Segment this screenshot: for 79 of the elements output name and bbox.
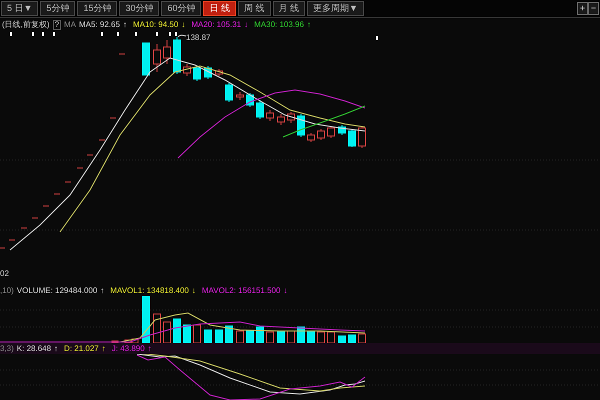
candlestick (163, 40, 171, 64)
candlestick (338, 124, 346, 136)
indicator-value: MAVOL1: 134818.400 (110, 286, 189, 294)
period-tab[interactable]: 周 线 (238, 1, 271, 16)
candlestick (307, 132, 315, 142)
indicator-value: MAVOL2: 156151.500 (202, 286, 280, 294)
period-tab[interactable]: 月 线 (272, 1, 306, 16)
period-tab[interactable]: 更多周期▼ (307, 1, 364, 16)
trend-arrow: ↑ (102, 344, 106, 352)
trend-arrow: ↑ (122, 20, 127, 28)
indicator-value: J: 43.890 (112, 344, 145, 352)
help-button[interactable]: ? (52, 20, 62, 30)
trend-arrow: ↑ (100, 286, 104, 294)
candlestick (142, 42, 150, 76)
indicator-name: MA (64, 20, 76, 28)
volume-bar (193, 324, 201, 343)
volume-bar (163, 322, 171, 343)
zoom-out-button[interactable]: − (588, 2, 599, 15)
volume-bar (327, 332, 335, 343)
candlestick (225, 82, 233, 102)
volume-bar (204, 330, 212, 343)
volume-bar (307, 332, 315, 343)
trend-arrow: ↓ (283, 286, 288, 294)
period-tab[interactable]: 日 线 (203, 1, 236, 16)
volume-bar (173, 318, 181, 343)
indicator-value: VOLUME: 129484.000 (16, 286, 98, 294)
candlestick (317, 128, 325, 140)
volume-bar (358, 334, 366, 343)
period-tab[interactable]: 60分钟 (161, 1, 202, 16)
volume-bar (142, 296, 150, 343)
indicator-params: ,10) (0, 286, 14, 294)
zoom-in-button[interactable]: + (577, 2, 588, 15)
candlestick (327, 126, 335, 138)
trend-arrow: ↓ (192, 286, 196, 294)
period-tab[interactable]: 15分钟 (77, 1, 118, 16)
volume-bar (317, 332, 325, 343)
candlestick (256, 100, 264, 120)
volume-bar (246, 330, 254, 343)
indicator-value: MA5: 92.65 (79, 20, 120, 28)
period-tab[interactable]: 5分钟 (40, 1, 76, 16)
candlestick (193, 66, 201, 82)
volume-bar (256, 326, 264, 343)
volume-bar (277, 330, 285, 343)
candlestick (348, 128, 356, 148)
candlestick (215, 68, 223, 76)
indicator-value: MA20: 105.31 (191, 20, 242, 28)
volume-bar (348, 334, 356, 343)
axis-label: 02 (0, 269, 9, 278)
volume-bar (236, 330, 244, 343)
candlestick (236, 92, 244, 100)
price-callout: 138.87 (178, 33, 210, 42)
volume-bar (287, 330, 295, 343)
indicator-value: MA10: 94.50 (132, 20, 178, 28)
volume-bar (215, 330, 223, 343)
candlestick (153, 44, 161, 72)
indicator-value: K: 28.648 (16, 344, 52, 352)
volume-bar (266, 332, 274, 343)
volume-bar (183, 324, 191, 343)
candlestick (183, 64, 191, 76)
candlestick (358, 126, 366, 148)
trend-arrow: ↑ (148, 344, 152, 352)
candlestick (287, 112, 295, 124)
volume-bar (225, 326, 233, 343)
period-tab[interactable]: 5 日▼ (1, 1, 38, 16)
trend-arrow: ↓ (181, 20, 186, 28)
candlestick (277, 114, 285, 126)
volume-bar (153, 314, 161, 343)
period-tab[interactable]: 30分钟 (119, 1, 160, 16)
indicator-params: 3,3) (0, 344, 14, 352)
trend-arrow: ↑ (54, 344, 58, 352)
adjustment-label: (日线,前复权) (2, 20, 50, 28)
candlestick (173, 36, 181, 74)
trend-arrow: ↓ (244, 20, 248, 28)
indicator-value: MA30: 103.96 (254, 20, 304, 28)
trend-arrow: ↑ (306, 20, 311, 28)
candlestick (297, 114, 305, 138)
indicator-value: D: 21.027 (64, 344, 99, 352)
candlestick (266, 110, 274, 122)
flat-candlestick (86, 154, 94, 156)
